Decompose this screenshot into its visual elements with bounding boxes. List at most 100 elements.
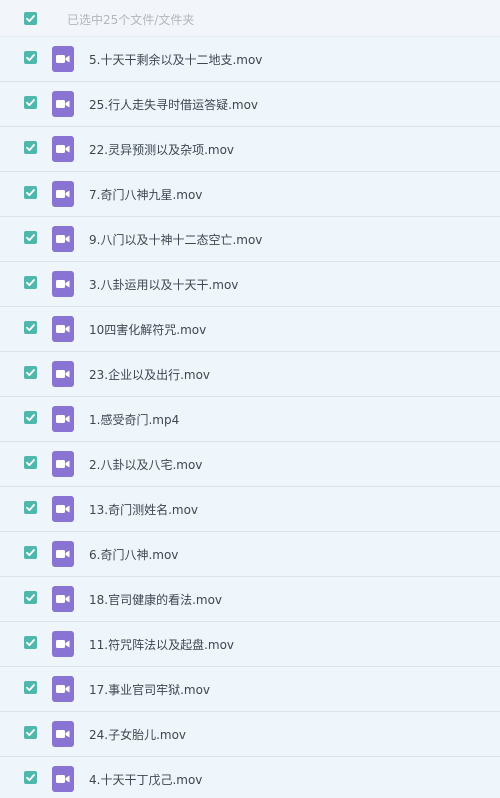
video-camera-icon [56,190,70,198]
video-camera-icon [56,145,70,153]
file-name[interactable]: 10四害化解符咒.mov [89,321,206,338]
video-file-icon [52,676,74,702]
video-camera-icon [56,415,70,423]
file-checkbox[interactable] [24,366,37,379]
video-camera-icon [56,505,70,513]
checkmark-icon [26,594,35,601]
video-camera-icon [56,775,70,783]
file-name[interactable]: 2.八卦以及八宅.mov [89,456,202,473]
file-checkbox[interactable] [24,231,37,244]
file-checkbox[interactable] [24,726,37,739]
file-name[interactable]: 11.符咒阵法以及起盘.mov [89,636,234,653]
video-camera-icon [56,370,70,378]
file-checkbox[interactable] [24,546,37,559]
video-camera-icon [56,280,70,288]
video-file-icon [52,361,74,387]
file-checkbox[interactable] [24,636,37,649]
file-name[interactable]: 4.十天干丁戊己.mov [89,771,202,788]
video-camera-icon [56,730,70,738]
file-list: 5.十天干剩余以及十二地支.mov 25.行人走失寻时借运答疑.mov 22.灵… [0,37,500,798]
file-name[interactable]: 24.子女胎儿.mov [89,726,186,743]
file-checkbox[interactable] [24,141,37,154]
file-row[interactable]: 23.企业以及出行.mov [0,352,500,397]
checkmark-icon [26,234,35,241]
file-row[interactable]: 18.官司健康的看法.mov [0,577,500,622]
file-checkbox[interactable] [24,411,37,424]
file-checkbox[interactable] [24,456,37,469]
file-name[interactable]: 18.官司健康的看法.mov [89,591,222,608]
file-checkbox[interactable] [24,51,37,64]
video-camera-icon [56,460,70,468]
file-name[interactable]: 6.奇门八神.mov [89,546,178,563]
file-name[interactable]: 23.企业以及出行.mov [89,366,210,383]
file-row[interactable]: 25.行人走失寻时借运答疑.mov [0,82,500,127]
video-file-icon [52,766,74,792]
file-name[interactable]: 13.奇门测姓名.mov [89,501,198,518]
video-file-icon [52,46,74,72]
video-camera-icon [56,55,70,63]
file-row[interactable]: 2.八卦以及八宅.mov [0,442,500,487]
file-checkbox[interactable] [24,321,37,334]
checkmark-icon [26,414,35,421]
video-file-icon [52,91,74,117]
file-name[interactable]: 22.灵异预测以及杂项.mov [89,141,234,158]
file-row[interactable]: 22.灵异预测以及杂项.mov [0,127,500,172]
checkmark-icon [26,729,35,736]
video-file-icon [52,541,74,567]
video-file-icon [52,451,74,477]
video-file-icon [52,406,74,432]
file-row[interactable]: 11.符咒阵法以及起盘.mov [0,622,500,667]
checkmark-icon [26,279,35,286]
video-file-icon [52,721,74,747]
file-row[interactable]: 9.八门以及十神十二态空亡.mov [0,217,500,262]
checkmark-icon [26,54,35,61]
video-file-icon [52,496,74,522]
video-camera-icon [56,595,70,603]
file-name[interactable]: 25.行人走失寻时借运答疑.mov [89,96,258,113]
file-row[interactable]: 3.八卦运用以及十天干.mov [0,262,500,307]
checkmark-icon [26,144,35,151]
file-list-app: 已选中25个文件/文件夹 5.十天干剩余以及十二地支.mov 25.行人走失寻时… [0,0,500,798]
video-file-icon [52,181,74,207]
file-name[interactable]: 17.事业官司牢狱.mov [89,681,210,698]
file-checkbox[interactable] [24,501,37,514]
file-checkbox[interactable] [24,186,37,199]
file-name[interactable]: 7.奇门八神九星.mov [89,186,202,203]
file-checkbox[interactable] [24,96,37,109]
file-checkbox[interactable] [24,681,37,694]
file-row[interactable]: 1.感受奇门.mp4 [0,397,500,442]
file-row[interactable]: 24.子女胎儿.mov [0,712,500,757]
video-file-icon [52,226,74,252]
file-row[interactable]: 17.事业官司牢狱.mov [0,667,500,712]
video-camera-icon [56,550,70,558]
video-camera-icon [56,100,70,108]
checkmark-icon [26,684,35,691]
video-file-icon [52,136,74,162]
checkmark-icon [26,549,35,556]
video-camera-icon [56,685,70,693]
checkmark-icon [26,639,35,646]
file-name[interactable]: 3.八卦运用以及十天干.mov [89,276,238,293]
video-file-icon [52,631,74,657]
file-row[interactable]: 7.奇门八神九星.mov [0,172,500,217]
file-name[interactable]: 9.八门以及十神十二态空亡.mov [89,231,262,248]
file-name[interactable]: 5.十天干剩余以及十二地支.mov [89,51,262,68]
file-checkbox[interactable] [24,276,37,289]
select-all-checkbox[interactable] [24,12,37,25]
file-row[interactable]: 13.奇门测姓名.mov [0,487,500,532]
file-row[interactable]: 5.十天干剩余以及十二地支.mov [0,37,500,82]
checkmark-icon [26,459,35,466]
checkmark-icon [26,504,35,511]
file-row[interactable]: 4.十天干丁戊己.mov [0,757,500,798]
checkmark-icon [26,189,35,196]
checkmark-icon [26,99,35,106]
file-name[interactable]: 1.感受奇门.mp4 [89,411,179,428]
video-camera-icon [56,235,70,243]
file-row[interactable]: 6.奇门八神.mov [0,532,500,577]
checkmark-icon [26,15,35,22]
file-row[interactable]: 10四害化解符咒.mov [0,307,500,352]
file-checkbox[interactable] [24,591,37,604]
checkmark-icon [26,774,35,781]
file-checkbox[interactable] [24,771,37,784]
selection-count-text: 已选中25个文件/文件夹 [67,13,195,27]
